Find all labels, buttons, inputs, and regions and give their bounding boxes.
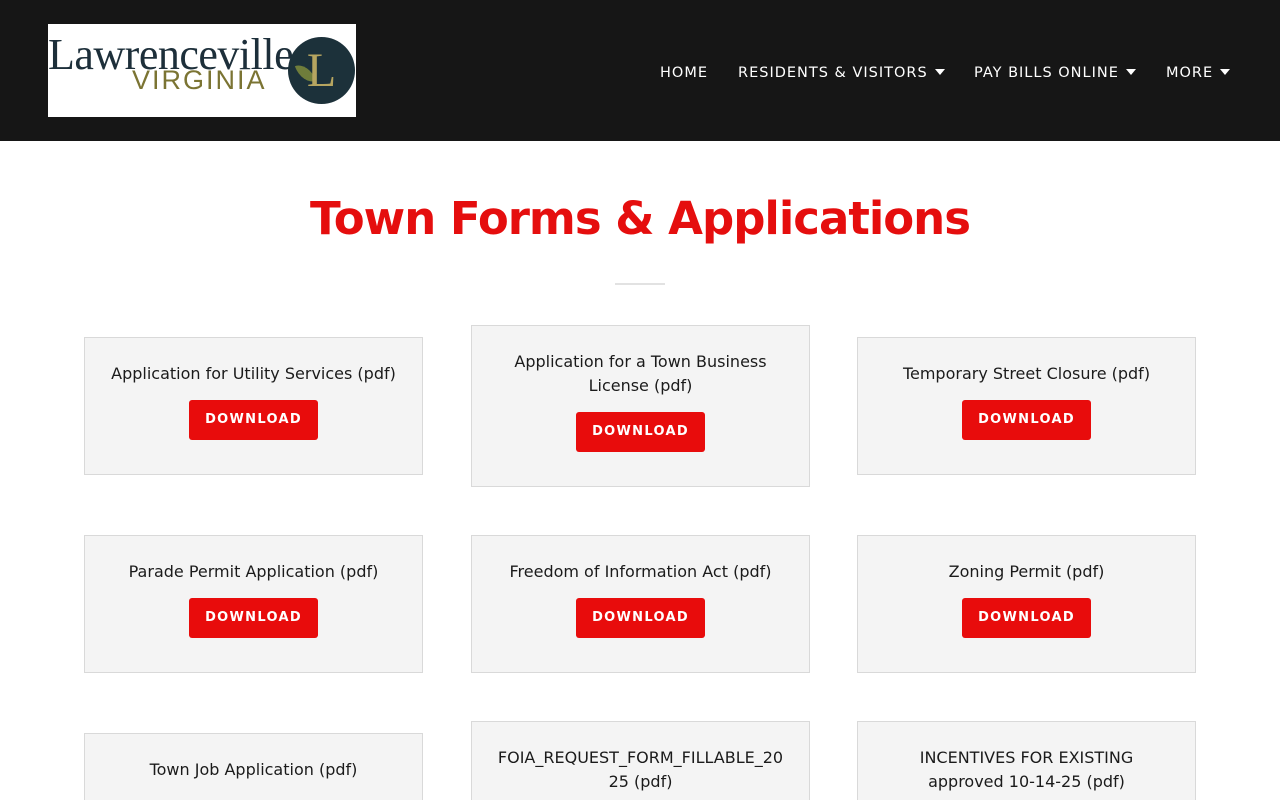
nav-item-home[interactable]: HOME — [660, 62, 708, 84]
caret-down-icon — [934, 69, 945, 75]
form-card: Application for a Town Business License … — [471, 325, 810, 487]
form-card: Temporary Street Closure (pdf) DOWNLOAD — [857, 337, 1196, 475]
nav-item-pay-bills-online[interactable]: PAY BILLS ONLINE — [974, 62, 1136, 84]
form-card: INCENTIVES FOR EXISTING approved 10-14-2… — [857, 721, 1196, 800]
nav-item-label: HOME — [660, 65, 708, 81]
nav-item-residents-visitors[interactable]: RESIDENTS & VISITORS — [738, 62, 945, 84]
form-title: Town Job Application (pdf) — [149, 760, 358, 779]
nav-item-label: MORE — [1166, 65, 1214, 81]
form-card: Application for Utility Services (pdf) D… — [84, 337, 423, 475]
page-title: Town Forms & Applications — [310, 192, 971, 245]
form-card: Town Job Application (pdf) — [84, 733, 423, 800]
logo-monogram-letter: L — [306, 44, 337, 97]
download-button[interactable]: DOWNLOAD — [962, 400, 1091, 440]
form-title: FOIA_REQUEST_FORM_FILLABLE_2025 (pdf) — [497, 748, 784, 791]
nav-item-label: RESIDENTS & VISITORS — [738, 65, 928, 81]
form-title: Parade Permit Application (pdf) — [128, 562, 379, 581]
logo-text-line2: VIRGINIA — [132, 65, 267, 95]
logo-monogram-icon: L — [288, 37, 355, 104]
form-title: Application for Utility Services (pdf) — [111, 364, 396, 383]
form-card: Zoning Permit (pdf) DOWNLOAD — [857, 535, 1196, 673]
download-button[interactable]: DOWNLOAD — [962, 598, 1091, 638]
form-title: Temporary Street Closure (pdf) — [902, 364, 1151, 383]
form-title: INCENTIVES FOR EXISTING approved 10-14-2… — [919, 748, 1134, 791]
title-divider — [615, 283, 665, 285]
nav-item-more[interactable]: MORE — [1166, 62, 1231, 84]
form-title: Freedom of Information Act (pdf) — [509, 562, 772, 581]
caret-down-icon — [1125, 69, 1136, 75]
form-card: Parade Permit Application (pdf) DOWNLOAD — [84, 535, 423, 673]
form-title: Zoning Permit (pdf) — [948, 562, 1105, 581]
form-card: Freedom of Information Act (pdf) DOWNLOA… — [471, 535, 810, 673]
nav-item-label: PAY BILLS ONLINE — [974, 65, 1119, 81]
site-header: Lawrenceville VIRGINIA L HOME RESIDENTS … — [0, 0, 1280, 141]
form-title: Application for a Town Business License … — [514, 352, 767, 395]
caret-down-icon — [1220, 69, 1231, 75]
download-button[interactable]: DOWNLOAD — [189, 400, 318, 440]
download-button[interactable]: DOWNLOAD — [576, 412, 705, 452]
download-button[interactable]: DOWNLOAD — [576, 598, 705, 638]
form-card: FOIA_REQUEST_FORM_FILLABLE_2025 (pdf) — [471, 721, 810, 800]
site-logo[interactable]: Lawrenceville VIRGINIA L — [48, 24, 356, 117]
download-button[interactable]: DOWNLOAD — [189, 598, 318, 638]
